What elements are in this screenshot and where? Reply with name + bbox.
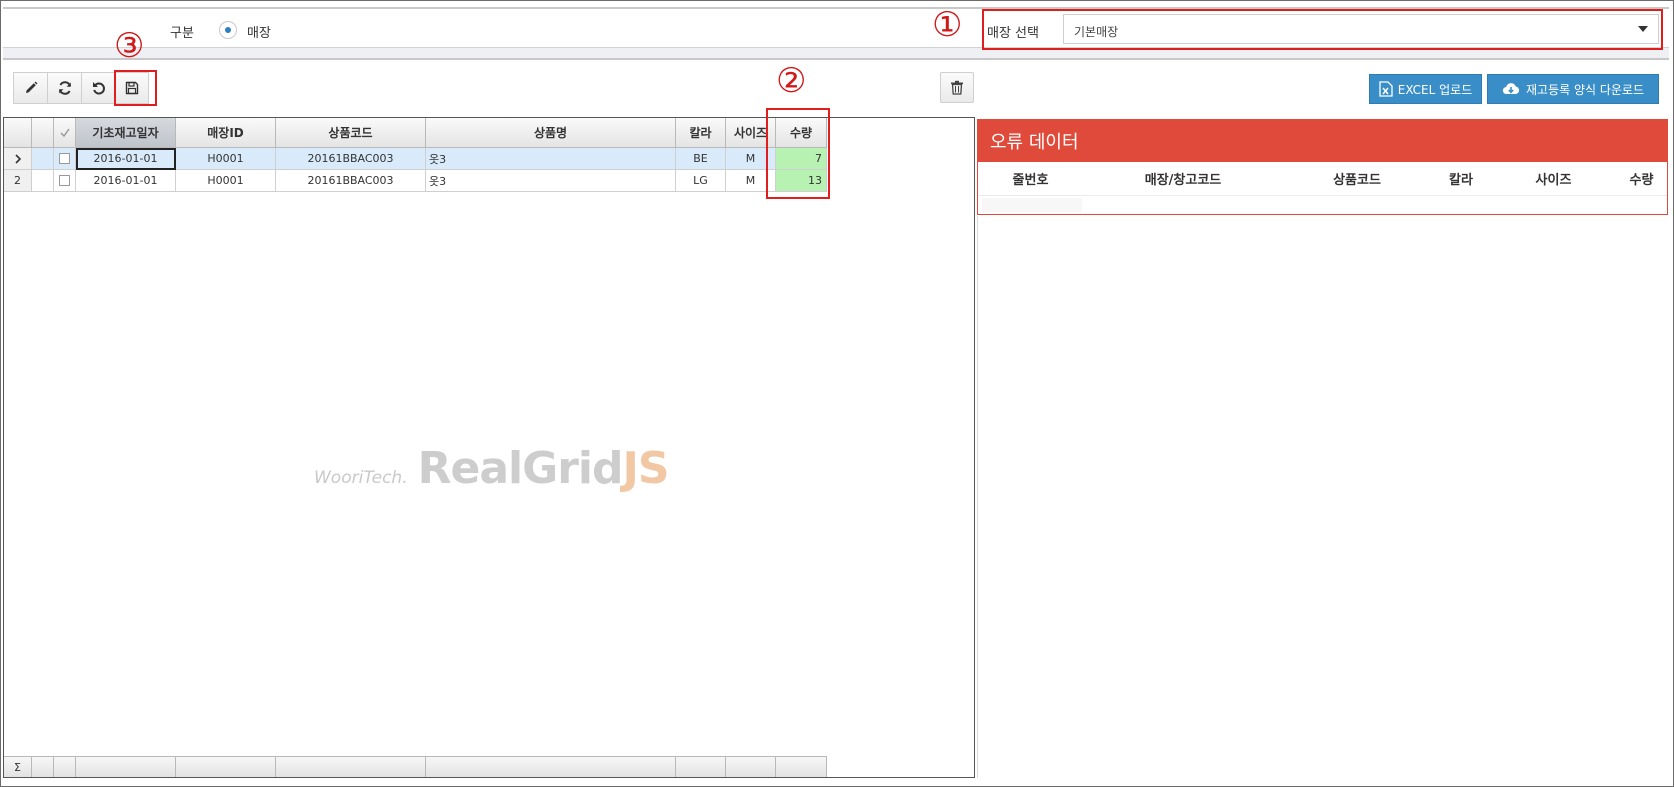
error-col-product-code: 상품코드 [1333,173,1381,188]
annotation-3: ③ [114,26,145,66]
gubun-label: 구분 [170,26,194,41]
footer-cell [54,756,76,777]
grid-header-state [32,118,54,148]
cell-date[interactable]: 2016-01-01 [76,170,176,192]
cell-product-name[interactable]: 옷3 [426,170,676,192]
footer-cell [776,756,827,777]
annotation-1: ① [932,5,963,45]
footer-cell [76,756,176,777]
cell-color[interactable]: BE [676,148,726,170]
grid-header-store-id[interactable]: 매장ID [176,118,276,148]
trash-icon [951,80,963,95]
watermark-suffix: JS [622,443,669,494]
footer-cell [32,756,54,777]
grid-header-check[interactable] [54,118,76,148]
store-radio-label: 매장 [247,26,271,41]
watermark-product-name: RealGrid [417,443,624,494]
error-table-header: 줄번호 매장/창고코드 상품코드 칼라 사이즈 수량 [978,162,1667,196]
grid-footer: Σ [4,756,827,777]
edit-button[interactable] [13,72,47,104]
checkbox[interactable] [59,153,70,164]
row-indicator: 2 [4,170,32,192]
watermark-product: RealGridJS [417,443,670,494]
realgrid-watermark: WooriTech. RealGridJS [314,443,670,494]
footer-cell [176,756,276,777]
footer-cell [676,756,726,777]
error-data-panel: 오류 데이터 줄번호 매장/창고코드 상품코드 칼라 사이즈 수량 [977,119,1668,215]
row-indicator [4,148,32,170]
error-col-size: 사이즈 [1535,173,1572,188]
row-state [32,148,54,170]
excel-upload-label: EXCEL 업로드 [1397,82,1473,97]
cell-product-code[interactable]: 20161BBAC003 [276,148,426,170]
annotation-box-qty [766,108,830,199]
check-icon [59,128,70,137]
undo-icon [92,82,105,95]
table-row[interactable]: 2016-01-01 H0001 20161BBAC003 옷3 BE M 7 [4,148,827,170]
cell-store-id[interactable]: H0001 [176,148,276,170]
chevron-right-icon [14,153,21,164]
grid-header-color[interactable]: 칼라 [676,118,726,148]
table-row[interactable]: 2 2016-01-01 H0001 20161BBAC003 옷3 LG M … [4,170,827,192]
annotation-box-store [982,9,1663,50]
undo-button[interactable] [81,72,115,104]
cell-color[interactable]: LG [676,170,726,192]
grid-header: 기초재고일자 매장ID 상품코드 상품명 칼라 사이즈 수량 [4,118,827,148]
annotation-box-save [114,70,157,106]
delete-button[interactable] [940,72,974,103]
error-table-empty-row [982,198,1082,212]
excel-file-icon [1379,81,1393,97]
store-radio[interactable] [219,21,237,39]
row-state [32,170,54,192]
row-checkbox[interactable] [54,170,76,192]
refresh-icon [58,81,71,95]
error-col-color: 칼라 [1449,173,1473,188]
grid-header-product-code[interactable]: 상품코드 [276,118,426,148]
error-col-qty: 수량 [1629,173,1654,188]
cell-product-name[interactable]: 옷3 [426,148,676,170]
grid-header-indicator [4,118,32,148]
footer-cell [426,756,676,777]
error-col-line-no: 줄번호 [1012,173,1049,188]
footer-cell [276,756,426,777]
right-panel-area [977,216,1668,778]
cloud-download-icon [1502,83,1520,95]
template-download-button[interactable]: 재고등록 양식 다운로드 [1487,74,1659,104]
excel-upload-button[interactable]: EXCEL 업로드 [1369,74,1482,104]
grid-header-product-name[interactable]: 상품명 [426,118,676,148]
footer-sum-symbol: Σ [4,756,32,777]
cell-store-id[interactable]: H0001 [176,170,276,192]
refresh-button[interactable] [47,72,81,104]
cell-date[interactable]: 2016-01-01 [76,148,176,170]
footer-cell [726,756,776,777]
cell-product-code[interactable]: 20161BBAC003 [276,170,426,192]
watermark-company: WooriTech. [314,468,408,488]
grid-header-date[interactable]: 기초재고일자 [76,118,176,148]
row-checkbox[interactable] [54,148,76,170]
template-download-label: 재고등록 양식 다운로드 [1525,82,1645,97]
checkbox[interactable] [59,175,70,186]
stock-grid[interactable]: 기초재고일자 매장ID 상품코드 상품명 칼라 사이즈 수량 2016-01-0… [3,117,975,778]
annotation-2: ② [776,61,807,101]
pencil-icon [25,81,37,93]
error-col-store-code: 매장/창고코드 [1144,173,1222,188]
error-panel-title: 오류 데이터 [978,120,1667,162]
